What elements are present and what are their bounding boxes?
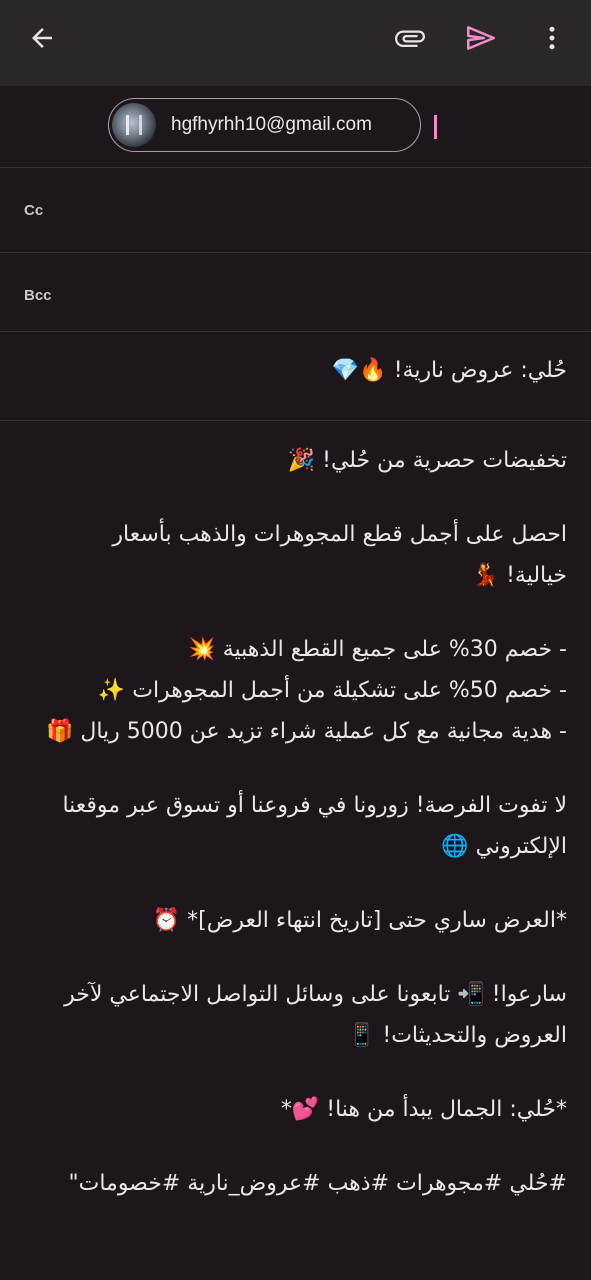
text-cursor [434, 115, 437, 139]
hashtags-line: #حُلي #مجوهرات #ذهب #عروض_نارية #خصومات" [68, 1171, 568, 1196]
subject-field[interactable]: حُلي: عروض نارية! 🔥💎 [0, 332, 591, 421]
body-line: *العرض ساري حتى [تاريخ انتهاء العرض]* ⏰ [152, 908, 567, 933]
cc-field[interactable]: Cc [0, 168, 591, 253]
body-line: تخفيضات حصرية من حُلي! 🎉 [287, 448, 567, 473]
bullet-line: - هدية مجانية مع كل عملية شراء تزيد عن 5… [45, 719, 567, 744]
back-button[interactable] [22, 18, 62, 58]
more-vert-icon [549, 26, 555, 50]
body-line: خيالية! 💃 [471, 563, 567, 588]
message-body[interactable]: تخفيضات حصرية من حُلي! 🎉 احصل على أجمل ق… [22, 440, 567, 1237]
app-toolbar [0, 0, 591, 86]
paperclip-icon [395, 30, 425, 47]
attach-button[interactable] [390, 18, 430, 58]
send-button[interactable] [461, 18, 501, 58]
body-line: العروض والتحديثات! 📱 [348, 1023, 567, 1048]
bullet-line: - خصم 50% على تشكيلة من أجمل المجوهرات ✨ [97, 678, 567, 703]
cc-label: Cc [24, 202, 44, 219]
body-line: سارعوا! 📲 تابعونا على وسائل التواصل الاج… [64, 982, 567, 1007]
body-line: لا تفوت الفرصة! زورونا في فروعنا أو تسوق… [62, 793, 567, 818]
subject-text: حُلي: عروض نارية! 🔥💎 [331, 358, 567, 383]
body-line: احصل على أجمل قطع المجوهرات والذهب بأسعا… [112, 522, 567, 547]
bcc-field[interactable]: Bcc [0, 253, 591, 332]
recipient-avatar [112, 103, 156, 147]
more-options-button[interactable] [532, 18, 572, 58]
to-field[interactable]: hgfhyrhh10@gmail.com [0, 86, 591, 168]
bcc-label: Bcc [24, 287, 52, 304]
send-icon [466, 26, 496, 50]
recipient-email: hgfhyrhh10@gmail.com [171, 114, 372, 135]
bullet-line: - خصم 30% على جميع القطع الذهبية 💥 [188, 637, 567, 662]
arrow-left-icon [32, 28, 52, 48]
body-line: الإلكتروني 🌐 [441, 834, 567, 859]
body-line: *حُلي: الجمال يبدأ من هنا! 💕* [280, 1097, 567, 1122]
recipient-chip[interactable]: hgfhyrhh10@gmail.com [108, 98, 421, 152]
